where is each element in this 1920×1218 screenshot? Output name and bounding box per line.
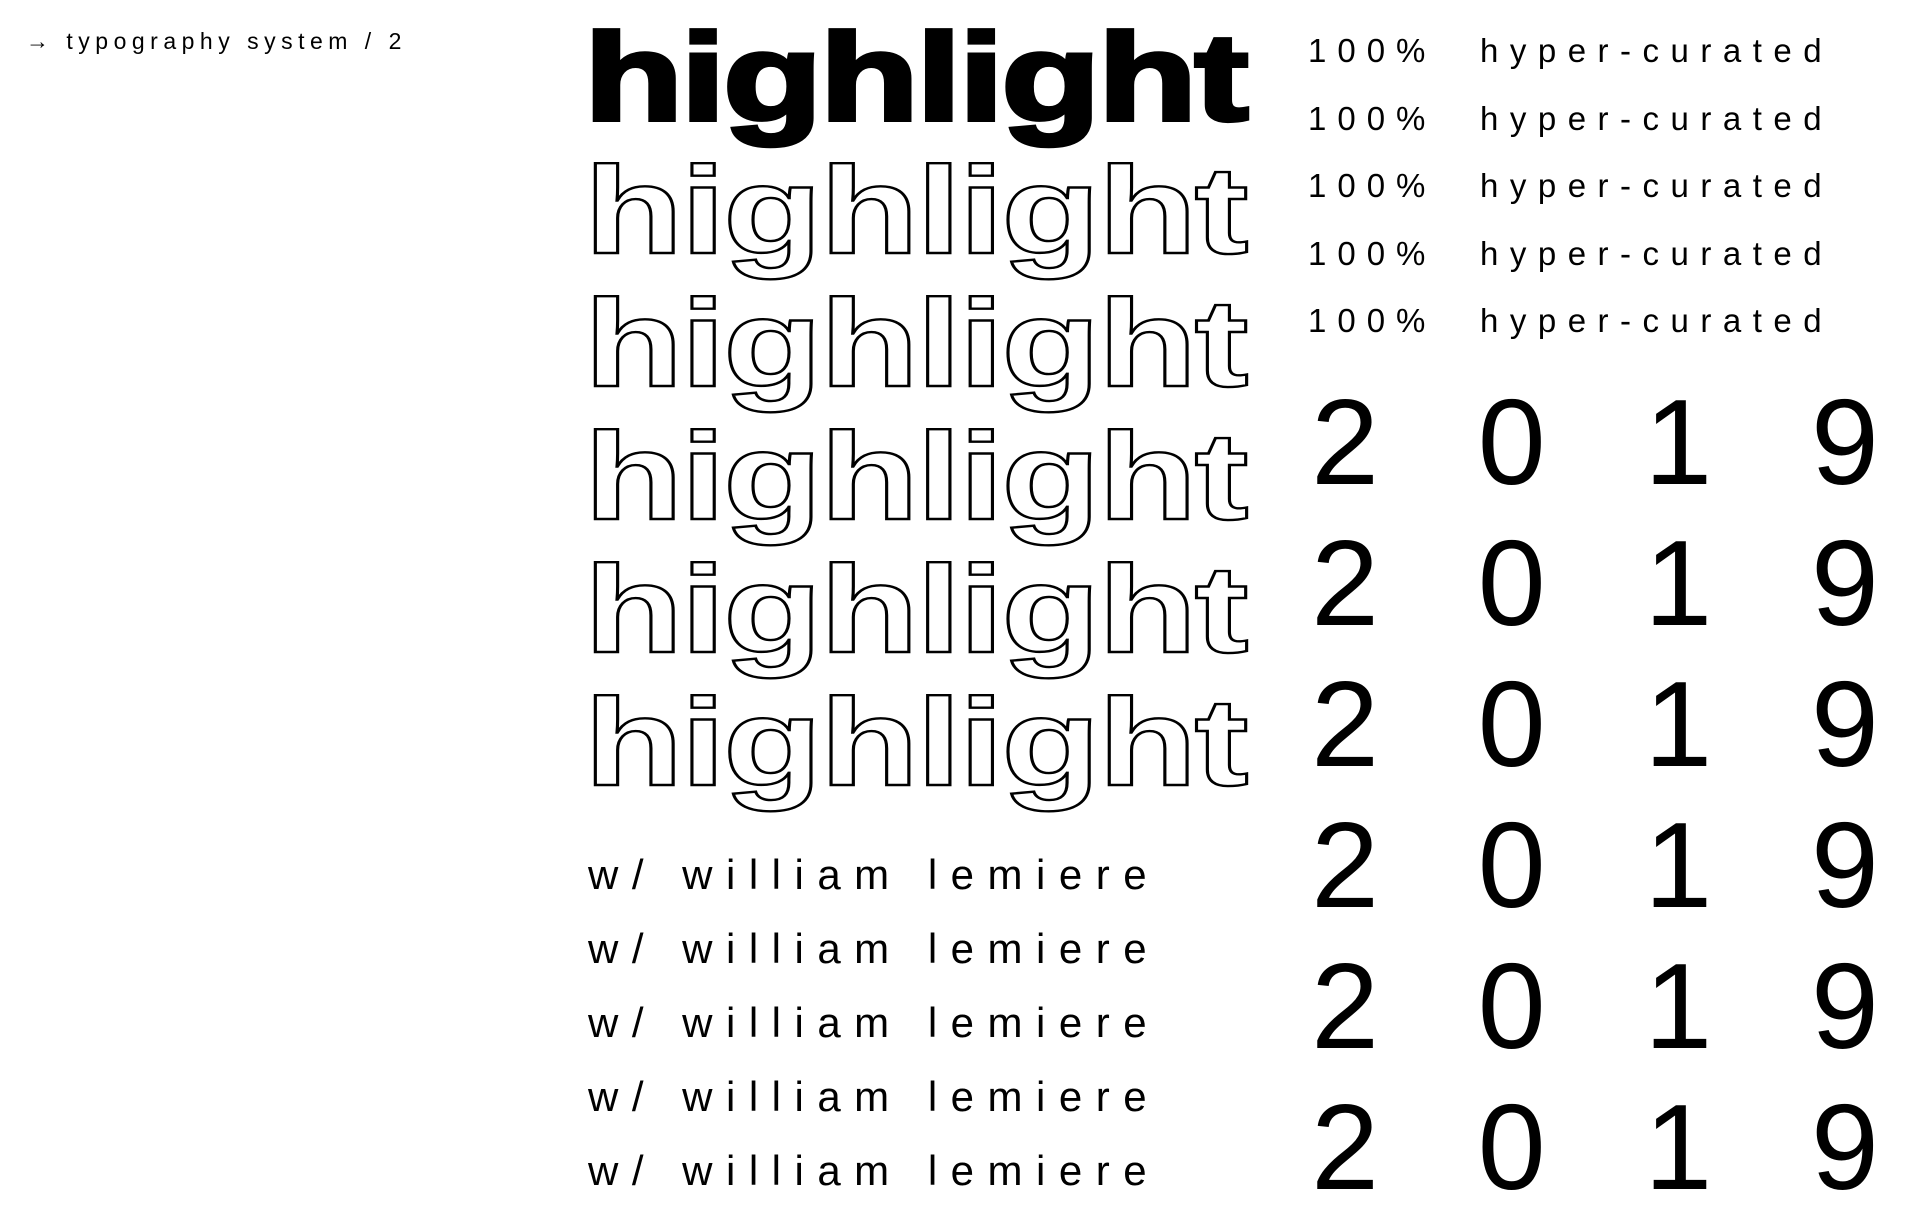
tagline-row: 100% hyper-curated bbox=[1308, 296, 1893, 364]
year-digit: 9 bbox=[1811, 374, 1879, 510]
year-digit: 0 bbox=[1477, 938, 1546, 1074]
highlight-row-outline: highlight bbox=[580, 673, 1250, 818]
tagline-percent: 100% bbox=[1308, 234, 1437, 272]
highlight-word: highlight bbox=[584, 9, 1247, 147]
year-digit: 0 bbox=[1477, 656, 1546, 792]
year-digit: 2 bbox=[1311, 938, 1379, 1074]
highlight-word: highlight bbox=[584, 674, 1247, 812]
year-digit: 1 bbox=[1644, 374, 1713, 510]
year-row: 2019 bbox=[1300, 513, 1890, 654]
tagline-word: hyper-curated bbox=[1480, 234, 1834, 272]
year-digit: 2 bbox=[1311, 797, 1379, 933]
year-digit: 9 bbox=[1811, 515, 1879, 651]
year-digit: 2 bbox=[1311, 656, 1379, 792]
tagline-word: hyper-curated bbox=[1480, 167, 1834, 204]
tagline-percent: 100% bbox=[1308, 32, 1437, 69]
credit-stack: w/ william lemiere w/ william lemiere w/ w… bbox=[588, 838, 1160, 1208]
tagline-row: 100% hyper-curated bbox=[1308, 229, 1893, 297]
tagline-row: 100% hyper-curated bbox=[1308, 161, 1893, 229]
tagline-percent: 100% bbox=[1308, 302, 1437, 339]
year-row: 2019 bbox=[1300, 795, 1890, 936]
highlight-row-outline: highlight bbox=[580, 141, 1250, 286]
highlight-row-solid: highlight bbox=[580, 7, 1251, 153]
year-digit: 0 bbox=[1477, 797, 1546, 933]
year-digit: 1 bbox=[1644, 656, 1713, 792]
highlight-word: highlight bbox=[584, 541, 1247, 679]
credit-line: w/ william lemiere bbox=[588, 1073, 1161, 1120]
year-digit: 1 bbox=[1644, 797, 1713, 933]
credit-line: w/ william lemiere bbox=[588, 925, 1161, 972]
highlight-row-outline: highlight bbox=[580, 540, 1250, 685]
tagline-row: 100% hyper-curated bbox=[1308, 94, 1893, 162]
year-row: 2019 bbox=[1300, 1077, 1890, 1218]
year-digit: 9 bbox=[1811, 1079, 1879, 1215]
highlight-word-svg: highlight bbox=[582, 7, 1251, 149]
page-caption: → typography system / 2 bbox=[26, 28, 407, 54]
highlight-word: highlight bbox=[584, 142, 1247, 280]
year-digit: 1 bbox=[1644, 938, 1713, 1074]
credit-line: w/ william lemiere bbox=[588, 851, 1161, 898]
highlight-word-svg: highlight bbox=[583, 274, 1250, 414]
year-digit: 2 bbox=[1311, 1079, 1379, 1215]
year-digit: 0 bbox=[1477, 374, 1546, 510]
credit-line: w/ william lemiere bbox=[588, 999, 1161, 1046]
tagline-row: 100% hyper-curated bbox=[1308, 26, 1893, 94]
highlight-word-svg: highlight bbox=[583, 407, 1250, 547]
year-digit: 1 bbox=[1644, 1079, 1713, 1215]
highlight-stack: highlight highlight highlight highlight high… bbox=[580, 7, 1251, 818]
year-digit: 0 bbox=[1477, 1079, 1546, 1215]
highlight-word-svg: highlight bbox=[583, 673, 1250, 813]
year-row: 2019 bbox=[1300, 654, 1890, 795]
highlight-row-outline: highlight bbox=[580, 274, 1250, 419]
highlight-word-svg: highlight bbox=[583, 141, 1250, 281]
tagline-word: hyper-curated bbox=[1480, 302, 1834, 339]
year-stack: 201920192019201920192019 bbox=[1300, 372, 1890, 1218]
tagline-percent: 100% bbox=[1308, 99, 1437, 137]
year-row: 2019 bbox=[1300, 372, 1890, 513]
year-digit: 2 bbox=[1311, 515, 1379, 651]
year-digit: 1 bbox=[1644, 515, 1713, 651]
tagline-percent: 100% bbox=[1308, 167, 1437, 204]
tagline-stack: 100% hyper-curated 100% hyper-curated 100% hy… bbox=[1308, 26, 1893, 364]
credit-line: w/ william lemiere bbox=[588, 1147, 1161, 1194]
tagline-word: hyper-curated bbox=[1480, 99, 1834, 137]
year-digit: 2 bbox=[1311, 374, 1379, 510]
highlight-word-svg: highlight bbox=[583, 540, 1250, 680]
highlight-word: highlight bbox=[584, 408, 1247, 546]
year-digit: 9 bbox=[1811, 656, 1879, 792]
year-digit: 0 bbox=[1477, 515, 1546, 651]
year-digit: 9 bbox=[1811, 938, 1879, 1074]
year-row: 2019 bbox=[1300, 936, 1890, 1077]
highlight-row-outline: highlight bbox=[580, 407, 1250, 552]
year-digit: 9 bbox=[1811, 797, 1879, 933]
highlight-word: highlight bbox=[584, 275, 1247, 413]
tagline-word: hyper-curated bbox=[1480, 32, 1834, 69]
